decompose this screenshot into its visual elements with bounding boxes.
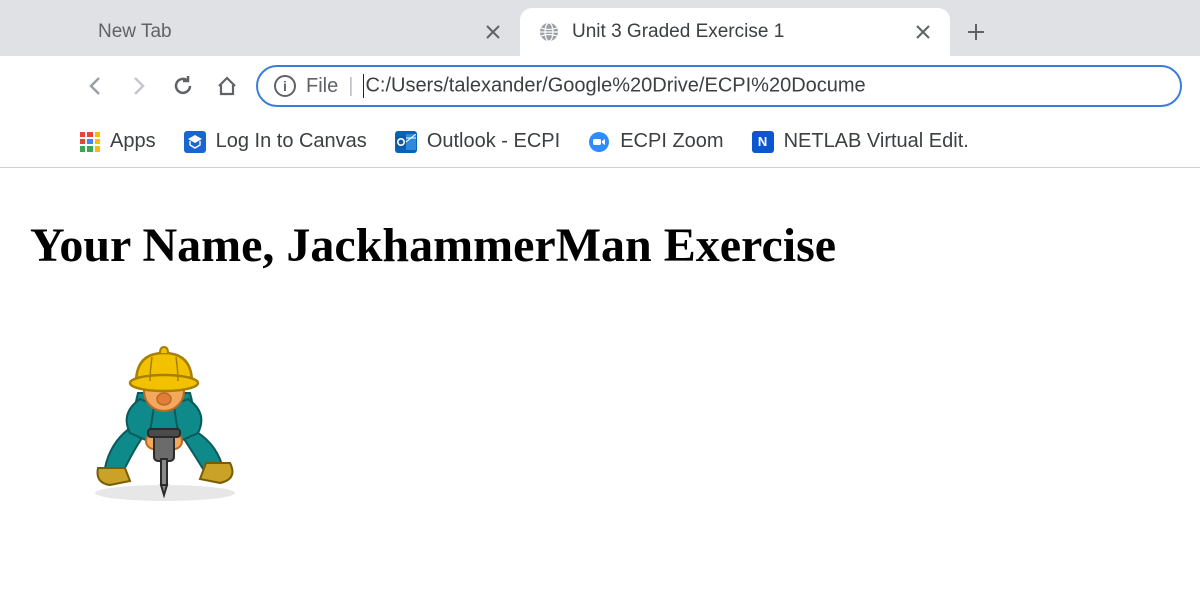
close-tab-icon[interactable]	[914, 23, 932, 41]
info-icon[interactable]: i	[274, 75, 296, 97]
back-button[interactable]	[80, 71, 110, 101]
page-heading: Your Name, JackhammerMan Exercise	[30, 218, 1170, 273]
bookmark-zoom[interactable]: ECPI Zoom	[588, 130, 723, 153]
forward-button[interactable]	[124, 71, 154, 101]
reload-button[interactable]	[168, 71, 198, 101]
new-tab-button[interactable]	[958, 14, 994, 50]
close-tab-icon[interactable]	[484, 23, 502, 41]
bookmarks-bar: Apps Log In to Canvas Outlook - ECPI ECP…	[0, 116, 1200, 168]
netlab-icon: N	[752, 131, 774, 153]
tab-active[interactable]: Unit 3 Graded Exercise 1	[520, 8, 950, 56]
apps-launcher[interactable]: Apps	[80, 130, 156, 153]
home-button[interactable]	[212, 71, 242, 101]
bookmark-label: ECPI Zoom	[620, 130, 723, 153]
bookmark-label: NETLAB Virtual Edit.	[784, 130, 969, 153]
zoom-icon	[588, 131, 610, 153]
canvas-icon	[184, 131, 206, 153]
url-scheme: File	[306, 75, 338, 98]
url-path: C:/Users/talexander/Google%20Drive/ECPI%…	[363, 74, 865, 98]
globe-icon	[538, 21, 560, 43]
page-content: Your Name, JackhammerMan Exercise	[0, 168, 1200, 503]
bookmark-outlook[interactable]: Outlook - ECPI	[395, 130, 560, 153]
nav-toolbar: i File | C:/Users/talexander/Google%20Dr…	[0, 56, 1200, 116]
address-bar[interactable]: i File | C:/Users/talexander/Google%20Dr…	[256, 65, 1182, 107]
url-divider: |	[348, 75, 353, 98]
bookmark-label: Outlook - ECPI	[427, 130, 560, 153]
apps-label: Apps	[110, 130, 156, 153]
bookmark-label: Log In to Canvas	[216, 130, 367, 153]
jackhammer-man-image	[70, 333, 260, 503]
tab-bar: New Tab Unit 3 Graded Exercise 1	[0, 0, 1200, 56]
bookmark-canvas[interactable]: Log In to Canvas	[184, 130, 367, 153]
tab-title: New Tab	[98, 21, 474, 43]
tab-new-tab[interactable]: New Tab	[80, 8, 520, 56]
apps-grid-icon	[80, 132, 100, 152]
tab-title: Unit 3 Graded Exercise 1	[572, 21, 904, 43]
bookmark-netlab[interactable]: N NETLAB Virtual Edit.	[752, 130, 969, 153]
outlook-icon	[395, 131, 417, 153]
